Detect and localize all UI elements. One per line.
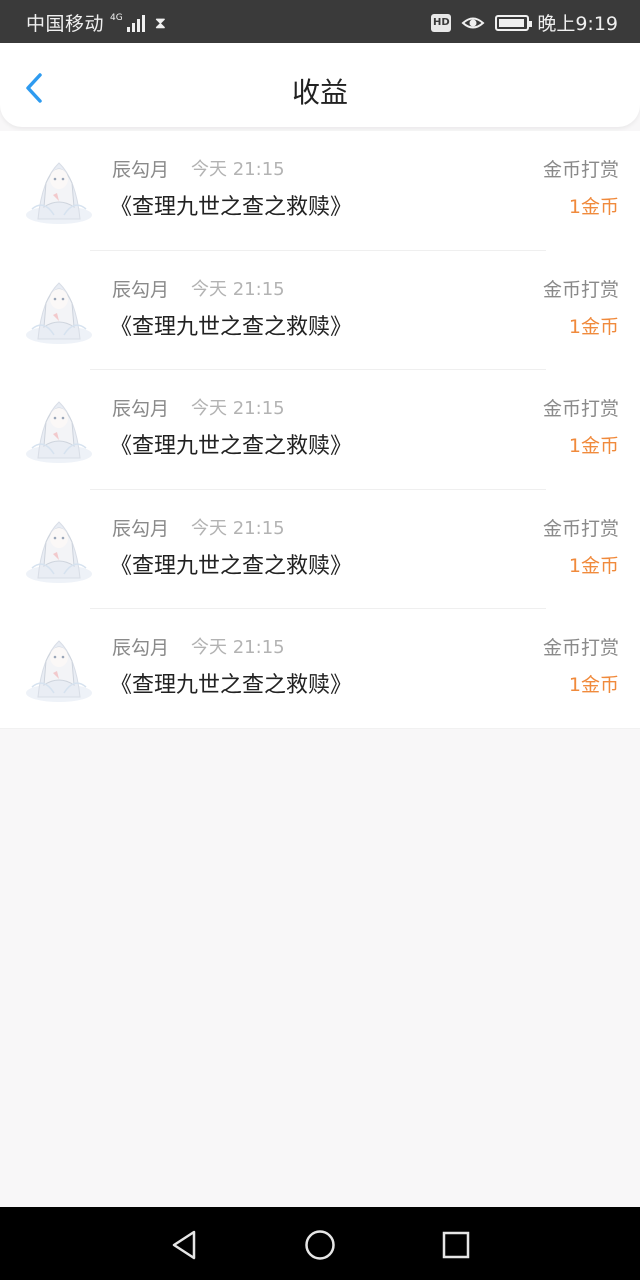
status-bar: 中国移动 4G ⧗ HD 晚上9:19 [0, 0, 640, 43]
clock: 晚上9:19 [537, 13, 618, 35]
sender-name: 辰勾月 [112, 398, 170, 420]
earnings-list: 辰勾月 今天 21:15 《查理九世之查之救赎》 金币打赏 1金币 辰勾月 今天… [0, 131, 640, 729]
book-title: 《查理九世之查之救赎》 [110, 553, 353, 579]
square-recent-icon[interactable] [438, 1227, 474, 1263]
earning-record[interactable]: 辰勾月 今天 21:15 《查理九世之查之救赎》 金币打赏 1金币 [0, 131, 640, 251]
battery-icon [495, 14, 533, 31]
earning-record[interactable]: 辰勾月 今天 21:15 《查理九世之查之救赎》 金币打赏 1金币 [0, 251, 640, 370]
triangle-back-icon[interactable] [166, 1227, 202, 1263]
avatar [26, 520, 92, 583]
reward-type: 金币打赏 [542, 159, 619, 181]
sender-name: 辰勾月 [112, 517, 170, 540]
eye-comfort-icon [461, 17, 485, 28]
reward-amount: 1金币 [568, 554, 619, 577]
system-nav-bar [0, 1207, 640, 1280]
signal-icon: 4G [110, 12, 145, 32]
record-time: 今天 21:15 [191, 398, 285, 419]
record-time: 今天 21:15 [191, 637, 285, 658]
reward-amount: 1金币 [568, 435, 619, 457]
avatar [26, 640, 92, 702]
reward-amount: 1金币 [568, 196, 619, 218]
carrier-label: 中国移动 [26, 13, 105, 35]
book-title: 《查理九世之查之救赎》 [110, 434, 353, 459]
avatar [26, 281, 92, 344]
sender-name: 辰勾月 [112, 159, 170, 181]
sender-name: 辰勾月 [112, 278, 170, 301]
divider [0, 727, 640, 729]
record-time: 今天 21:15 [191, 517, 285, 539]
record-time: 今天 21:15 [191, 159, 285, 180]
hd-icon: HD [431, 13, 452, 32]
top-app-bar: 收益 [0, 43, 640, 127]
book-title: 《查理九世之查之救赎》 [110, 195, 353, 220]
circle-home-icon[interactable] [302, 1227, 338, 1263]
avatar [26, 162, 92, 224]
earning-record[interactable]: 辰勾月 今天 21:15 《查理九世之查之救赎》 金币打赏 1金币 [0, 490, 640, 609]
reward-type: 金币打赏 [542, 637, 619, 659]
reward-type: 金币打赏 [542, 278, 619, 301]
avatar [26, 401, 92, 463]
reward-type: 金币打赏 [542, 517, 619, 540]
earning-record[interactable]: 辰勾月 今天 21:15 《查理九世之查之救赎》 金币打赏 1金币 [0, 609, 640, 729]
page-title: 收益 [291, 76, 348, 109]
earning-record[interactable]: 辰勾月 今天 21:15 《查理九世之查之救赎》 金币打赏 1金币 [0, 370, 640, 490]
sender-name: 辰勾月 [112, 637, 170, 659]
reward-amount: 1金币 [568, 315, 619, 338]
book-title: 《查理九世之查之救赎》 [110, 314, 353, 340]
hourglass-icon: ⧗ [154, 12, 166, 32]
record-time: 今天 21:15 [191, 278, 285, 300]
reward-amount: 1金币 [568, 674, 619, 696]
reward-type: 金币打赏 [542, 398, 619, 420]
book-title: 《查理九世之查之救赎》 [110, 673, 353, 698]
network-type-label: 4G [110, 12, 123, 23]
